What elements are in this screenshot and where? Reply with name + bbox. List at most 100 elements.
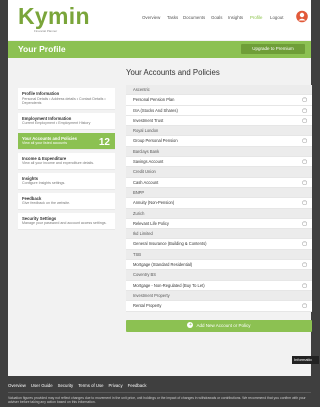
avatar-icon[interactable] bbox=[296, 10, 308, 23]
account-row[interactable]: Relevant Life Policy ▢ bbox=[126, 219, 312, 230]
account-row[interactable]: Mortgage - Non-Regulated (Buy To Let) ▢ bbox=[126, 281, 312, 291]
provider-name: Ascentric bbox=[133, 87, 150, 92]
account-row[interactable]: General Insurance (Building & Contents) ▢ bbox=[126, 239, 312, 250]
nav-documents[interactable]: Documents bbox=[183, 15, 205, 20]
provider-name: Investment Property bbox=[133, 292, 170, 298]
footer-link[interactable]: Terms of Use bbox=[78, 383, 103, 388]
account-name: Annuity (Non-Pension) bbox=[133, 200, 175, 206]
account-name: Savings Account bbox=[133, 159, 164, 165]
provider-name: Coventry BS bbox=[133, 272, 156, 278]
page-title-bar: Your Profile Upgrade to Premium bbox=[8, 41, 311, 58]
sidebar-item-desc: Current Employment • Employment History bbox=[22, 121, 91, 125]
comment-icon[interactable]: ▢ bbox=[302, 116, 307, 126]
section-title: Your Accounts and Policies bbox=[126, 68, 220, 77]
comment-icon[interactable]: ▢ bbox=[302, 95, 307, 105]
provider-header: Zurich bbox=[126, 208, 312, 219]
provider-header: Royal London bbox=[126, 126, 312, 137]
account-name: Rental Property bbox=[133, 303, 162, 309]
account-name: Cash Account bbox=[133, 179, 159, 185]
sidebar-item[interactable]: Your Accounts and Policies View all your … bbox=[18, 132, 115, 150]
account-name: Mortgage - Non-Regulated (Buy To Let) bbox=[133, 282, 205, 288]
provider-header: Investment Property bbox=[126, 290, 312, 302]
provider-name: Credit Union bbox=[133, 169, 156, 175]
provider-header: Coventry BS bbox=[126, 270, 312, 281]
account-row[interactable]: ISA (Stocks And Shares) ▢ bbox=[126, 106, 312, 116]
page-title: Your Profile bbox=[18, 44, 66, 54]
account-name: ISA (Stocks And Shares) bbox=[133, 107, 178, 113]
provider-header: Ascentric bbox=[126, 85, 312, 96]
provider-name: Zurich bbox=[133, 210, 145, 216]
comment-icon[interactable]: ▢ bbox=[302, 157, 307, 167]
comment-icon[interactable]: ▢ bbox=[302, 239, 307, 249]
comment-icon[interactable]: ▢ bbox=[302, 281, 307, 291]
footer-link[interactable]: User Guide bbox=[31, 383, 53, 388]
sidebar-item-desc: Give feedback on the website. bbox=[22, 201, 71, 205]
account-row[interactable]: Rental Property ▢ bbox=[126, 301, 312, 312]
provider-name: Barclays Bank bbox=[133, 148, 160, 154]
footer-link[interactable]: Feedback bbox=[128, 383, 147, 388]
account-name: Mortgage (Standard Residential) bbox=[133, 262, 193, 268]
account-name: Investment Trust bbox=[133, 117, 164, 123]
account-name: General Insurance (Building & Contents) bbox=[133, 241, 207, 247]
sidebar: Profile Information Personal Details • Ad… bbox=[18, 88, 115, 233]
comment-icon[interactable]: ▢ bbox=[302, 301, 307, 311]
footer-link[interactable]: Security bbox=[58, 383, 74, 388]
nav-goals[interactable]: Goals bbox=[211, 15, 222, 20]
sidebar-item[interactable]: Income & Expenditure View all your income… bbox=[18, 152, 115, 170]
header: Kymin Financial Planner Overview Tasks D… bbox=[8, 0, 311, 40]
sidebar-item[interactable]: Profile Information Personal Details • Ad… bbox=[18, 88, 115, 110]
account-row[interactable]: Investment Trust ▢ bbox=[126, 116, 312, 127]
nav-profile[interactable]: Profile bbox=[250, 15, 262, 20]
provider-header: Credit Union bbox=[126, 167, 312, 178]
provider-header: BNPP bbox=[126, 187, 312, 199]
comment-icon[interactable]: ▢ bbox=[302, 260, 307, 270]
plus-icon: + bbox=[187, 321, 194, 328]
account-name: Group Personal Pension bbox=[133, 138, 178, 144]
logo-text: Kymin bbox=[18, 3, 90, 29]
sidebar-item[interactable]: Feedback Give feedback on the website. bbox=[18, 192, 115, 210]
tooltip: Informatio bbox=[292, 356, 319, 364]
upgrade-button[interactable]: Upgrade to Premium bbox=[241, 44, 305, 54]
sidebar-item-desc: View all your listed accounts bbox=[22, 141, 68, 145]
account-row[interactable]: Group Personal Pension ▢ bbox=[126, 136, 312, 147]
nav-insights[interactable]: Insights bbox=[228, 15, 243, 20]
accounts-list: Ascentric Personal Pension Plan ▢ ISA (Stoc… bbox=[126, 85, 312, 312]
add-account-button[interactable]: + Add New Account or Policy bbox=[126, 319, 312, 332]
account-row[interactable]: Annuity (Non-Pension) ▢ bbox=[126, 198, 312, 209]
provider-header: Ikd Limited bbox=[126, 229, 312, 240]
sidebar-item[interactable]: Employment Information Current Employment… bbox=[18, 112, 115, 130]
comment-icon[interactable]: ▢ bbox=[302, 219, 307, 229]
footer-links: Overview User Guide Security Terms of Use Pr… bbox=[8, 383, 151, 388]
account-row[interactable]: Personal Pension Plan ▢ bbox=[126, 95, 312, 106]
footer-disclaimer: Valuation figures provided may not refle… bbox=[8, 396, 306, 405]
sidebar-item[interactable]: Security Settings Manage your password an… bbox=[18, 212, 115, 230]
sidebar-count-badge: 12 bbox=[98, 136, 110, 148]
comment-icon[interactable]: ▢ bbox=[302, 136, 307, 146]
provider-name: BNPP bbox=[133, 189, 145, 195]
sidebar-item-desc: Personal Details • Address details • Con… bbox=[22, 96, 106, 106]
comment-icon[interactable]: ▢ bbox=[302, 198, 307, 208]
sidebar-item-desc: Manage your password and account access … bbox=[22, 221, 107, 225]
logo[interactable]: Kymin Financial Planner bbox=[18, 3, 94, 35]
page: Kymin Financial Planner Overview Tasks D… bbox=[8, 0, 312, 407]
provider-header: Barclays Bank bbox=[126, 146, 312, 158]
provider-name: Royal London bbox=[133, 128, 159, 134]
provider-name: TSB bbox=[133, 251, 141, 257]
provider-header: TSB bbox=[126, 249, 312, 261]
footer-link[interactable]: Privacy bbox=[109, 383, 123, 388]
account-row[interactable]: Mortgage (Standard Residential) ▢ bbox=[126, 260, 312, 271]
account-name: Relevant Life Policy bbox=[133, 220, 169, 226]
footer: Overview User Guide Security Terms of Use Pr… bbox=[0, 376, 319, 407]
provider-name: Ikd Limited bbox=[133, 231, 153, 237]
comment-icon[interactable]: ▢ bbox=[302, 178, 307, 188]
account-row[interactable]: Savings Account ▢ bbox=[126, 157, 312, 168]
nav-tasks[interactable]: Tasks bbox=[167, 15, 178, 20]
account-name: Personal Pension Plan bbox=[133, 97, 175, 103]
account-row[interactable]: Cash Account ▢ bbox=[126, 178, 312, 188]
footer-link[interactable]: Overview bbox=[8, 383, 26, 388]
sidebar-item[interactable]: Insights Configure Insights settings. bbox=[18, 172, 115, 190]
main-content: Your Accounts and Policies Ascentric Pers… bbox=[126, 68, 312, 332]
nav-logout[interactable]: Logout bbox=[270, 15, 283, 20]
comment-icon[interactable]: ▢ bbox=[302, 106, 307, 116]
nav-overview[interactable]: Overview bbox=[142, 15, 160, 20]
